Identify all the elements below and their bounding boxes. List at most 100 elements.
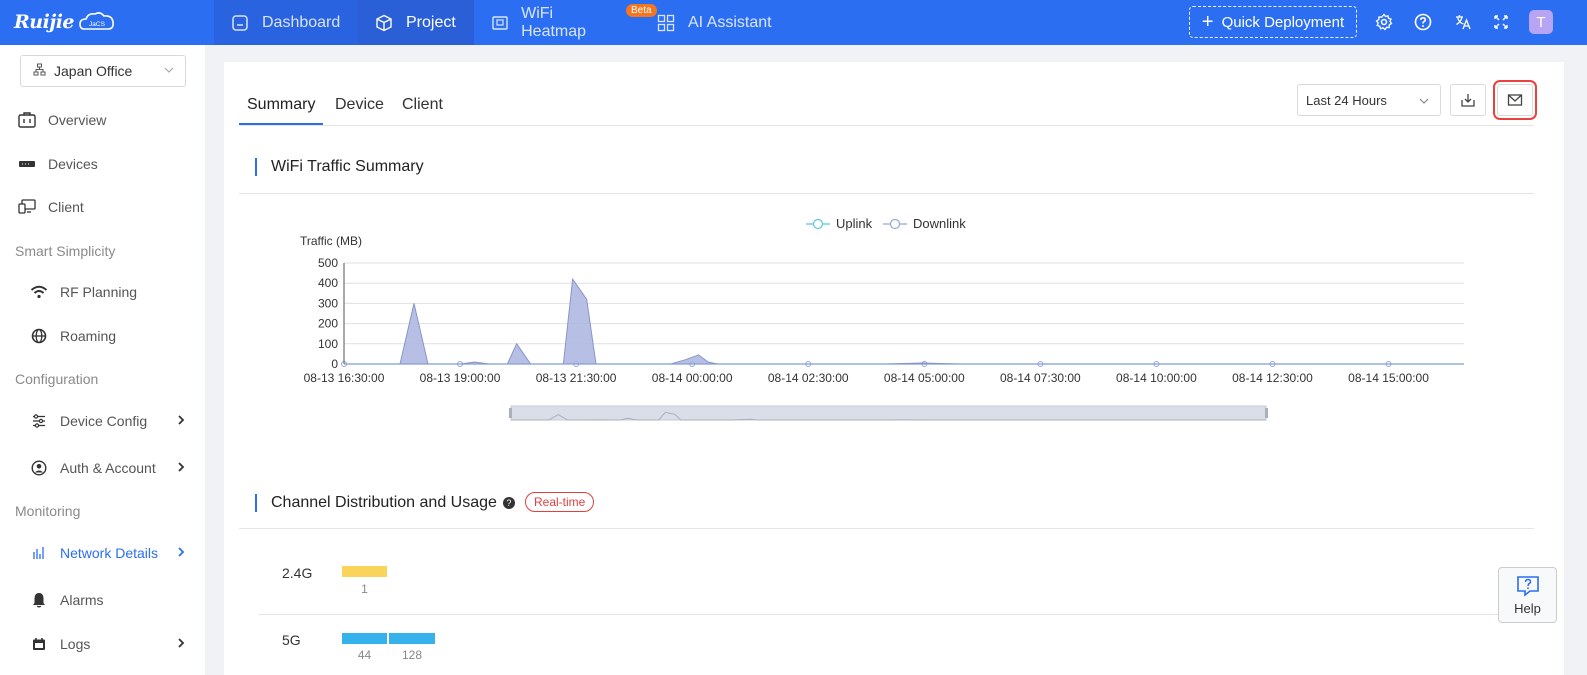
main-panel: Summary Device Client Last 24 Hours WiFi… [224, 62, 1564, 675]
sidebar-item-label: Auth & Account [60, 460, 156, 476]
channel-distribution-title: Channel Distribution and Usage? [255, 494, 515, 512]
sidebar-item-logs[interactable]: Logs [0, 629, 205, 659]
chevron-down-icon [163, 64, 175, 79]
quick-deployment-button[interactable]: + Quick Deployment [1189, 6, 1357, 38]
calendar-icon [30, 635, 48, 653]
help-question-icon[interactable] [1413, 12, 1433, 32]
y-tick-label: 300 [318, 296, 338, 310]
x-tick-label: 08-14 05:00:00 [884, 371, 965, 385]
settings-gear-icon[interactable] [1374, 12, 1394, 32]
nav-project-label: Project [406, 13, 456, 31]
quick-deployment-label: Quick Deployment [1221, 13, 1345, 31]
translate-icon[interactable] [1453, 12, 1473, 32]
info-question-icon[interactable]: ? [502, 497, 515, 509]
switch-device-icon [18, 155, 36, 173]
sidebar-item-rf-planning[interactable]: RF Planning [0, 277, 205, 307]
site-selector[interactable]: Japan Office [20, 55, 186, 87]
logo-badge: JaCS [89, 21, 106, 28]
site-name: Japan Office [54, 63, 133, 79]
sidebar-item-label: Alarms [60, 592, 104, 608]
traffic-chart: Traffic (MB) 0 100 200 300 400 500 08-13 16:30… [300, 234, 1464, 421]
user-circle-icon [30, 459, 48, 477]
chevron-right-icon [178, 547, 185, 557]
client-monitor-icon [18, 198, 36, 216]
tab-device[interactable]: Device [335, 96, 384, 114]
section-divider [239, 528, 1534, 529]
time-range-select[interactable]: Last 24 Hours [1297, 84, 1441, 116]
band-label-5g: 5G [282, 632, 301, 648]
sidebar-item-label: Logs [60, 636, 91, 652]
chevron-right-icon [178, 415, 185, 425]
bar-chart-icon [30, 544, 48, 562]
x-tick-label: 08-13 19:00:00 [420, 371, 501, 385]
logo-text: Ruijie [14, 11, 75, 33]
dashboard-icon [230, 13, 250, 33]
y-axis-label: Traffic (MB) [300, 234, 362, 248]
section-smart-simplicity: Smart Simplicity [15, 243, 116, 259]
zoom-handle-left [509, 408, 512, 418]
sliders-icon [30, 412, 48, 430]
tab-client[interactable]: Client [402, 96, 443, 114]
band-2g-bar[interactable] [342, 566, 387, 577]
help-label: Help [1514, 600, 1541, 616]
sidebar-item-devices[interactable]: Devices [0, 149, 205, 179]
x-tick-label: 08-14 07:30:00 [1000, 371, 1081, 385]
band-label-2g: 2.4G [282, 565, 313, 581]
plus-icon: + [1201, 10, 1214, 33]
y-tick-label: 0 [331, 357, 338, 371]
zoom-handle-right [1265, 408, 1268, 418]
user-avatar[interactable]: T [1529, 10, 1553, 34]
help-chat-icon [1516, 575, 1539, 597]
tab-summary[interactable]: Summary [247, 96, 315, 114]
sidebar-item-auth-account[interactable]: Auth & Account [0, 453, 205, 483]
cube-icon [374, 13, 394, 33]
chevron-right-icon [178, 462, 185, 472]
sidebar-item-alarms[interactable]: Alarms [0, 585, 205, 615]
sidebar-item-label: Roaming [60, 328, 117, 344]
fullscreen-icon[interactable] [1491, 12, 1511, 32]
section-monitoring: Monitoring [15, 503, 81, 519]
realtime-badge: Real-time [525, 492, 595, 512]
nav-dashboard[interactable]: Dashboard [214, 0, 358, 45]
nav-ai-assistant[interactable]: AI Assistant [640, 0, 790, 45]
band-5g-bar-1[interactable] [342, 633, 387, 644]
section-divider [239, 193, 1534, 194]
y-tick-label: 400 [318, 276, 338, 290]
y-tick-label: 100 [318, 337, 338, 351]
band-5g-value-1: 44 [357, 648, 372, 662]
chevron-down-icon [1419, 98, 1429, 104]
time-range-value: Last 24 Hours [1306, 92, 1387, 108]
email-report-button[interactable] [1493, 80, 1537, 120]
download-button[interactable] [1450, 84, 1486, 116]
band-2g-value: 1 [361, 582, 368, 596]
nav-wifi-heatmap[interactable]: WiFi Heatmap [474, 0, 634, 45]
help-button[interactable]: Help [1498, 567, 1557, 623]
page-scrollbar[interactable] [1564, 45, 1587, 675]
active-tab-indicator [239, 123, 323, 125]
chevron-right-icon [178, 638, 185, 648]
nav-wifi-heatmap-label: WiFi Heatmap [521, 4, 587, 40]
sidebar-item-client[interactable]: Client [0, 192, 205, 222]
x-tick-label: 08-14 10:00:00 [1116, 371, 1197, 385]
band-5g-value-2: 128 [401, 648, 423, 662]
sidebar-item-roaming[interactable]: Roaming [0, 321, 205, 351]
top-bar: Ruijie JaCS Dashboard Project WiFi Heatm… [0, 0, 1587, 45]
x-tick-label: 08-14 02:30:00 [768, 371, 849, 385]
heatmap-icon [490, 13, 509, 33]
mail-icon [1507, 94, 1523, 106]
sidebar-item-network-details[interactable]: Network Details [0, 538, 205, 568]
bell-icon [30, 591, 48, 609]
sidebar-item-device-config[interactable]: Device Config [0, 406, 205, 436]
band-5g-bar-2[interactable] [389, 633, 435, 644]
sidebar-item-overview[interactable]: Overview [0, 105, 205, 135]
nav-project[interactable]: Project [358, 0, 474, 45]
sidebar-item-label: Device Config [60, 413, 148, 429]
x-tick-label: 08-14 12:30:00 [1232, 371, 1313, 385]
ruijie-logo[interactable]: Ruijie JaCS [14, 8, 116, 36]
band-divider [259, 614, 1534, 615]
sidebar-item-label: RF Planning [60, 284, 138, 300]
sidebar: Japan Office Overview Devices Client Sma… [0, 45, 205, 675]
nav-ai-assistant-label: AI Assistant [688, 13, 772, 31]
section-configuration: Configuration [15, 371, 99, 387]
x-tick-label: 08-13 16:30:00 [304, 371, 385, 385]
